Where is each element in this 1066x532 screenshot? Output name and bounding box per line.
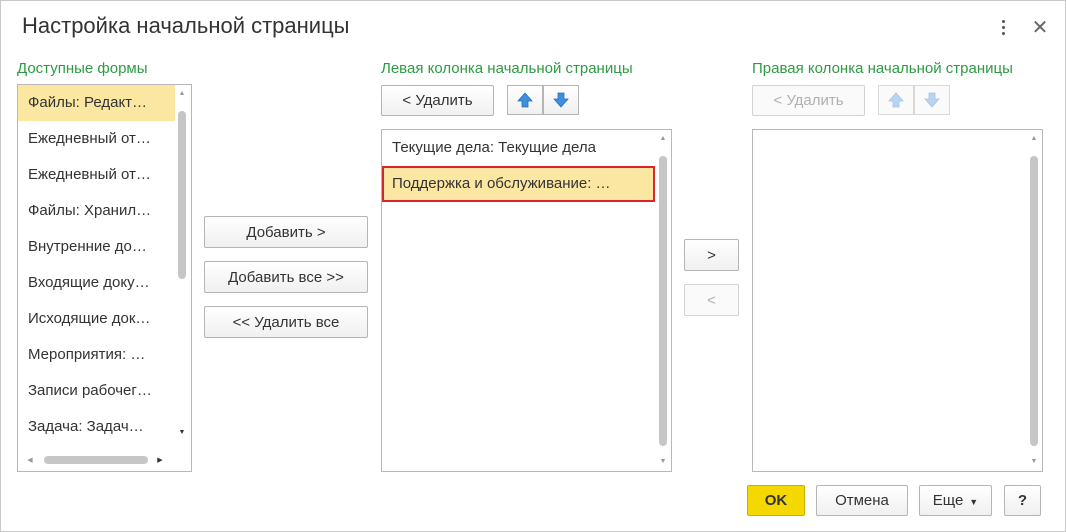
list-item[interactable]: Текущие дела: Текущие дела <box>382 130 655 166</box>
scroll-left-icon[interactable]: ◀ <box>24 455 36 465</box>
arrow-up-icon <box>517 92 533 108</box>
help-button[interactable]: ? <box>1004 485 1041 516</box>
right-move-up-button[interactable] <box>878 85 914 115</box>
right-vscroll[interactable]: ▲ ▼ <box>1028 130 1040 471</box>
list-item[interactable]: Ежедневный от… <box>18 121 175 157</box>
right-column-label: Правая колонка начальной страницы <box>752 60 1013 77</box>
ok-button[interactable]: OK <box>747 485 805 516</box>
more-button[interactable]: Еще ▼ <box>919 485 992 516</box>
dropdown-caret-icon: ▼ <box>969 496 979 507</box>
kebab-menu-icon[interactable] <box>991 15 1015 39</box>
remove-all-button[interactable]: << Удалить все <box>204 306 368 338</box>
scroll-thumb[interactable] <box>1030 156 1038 446</box>
move-left-button[interactable]: < <box>684 284 739 316</box>
scroll-up-icon[interactable]: ▲ <box>1028 133 1040 143</box>
left-move-up-button[interactable] <box>507 85 543 115</box>
dialog-window: Настройка начальной страницы ✕ Доступные… <box>0 0 1066 532</box>
scroll-up-icon[interactable]: ▲ <box>657 133 669 143</box>
list-item[interactable]: Записи рабочег… <box>18 373 175 409</box>
list-item[interactable]: Исходящие док… <box>18 301 175 337</box>
list-item[interactable]: Задача: Задач… <box>18 409 175 445</box>
list-item[interactable]: Ежедневный от… <box>18 157 175 193</box>
scroll-right-icon[interactable]: ▶ <box>154 455 166 465</box>
available-vscroll[interactable]: ▲ ▼ <box>176 85 188 455</box>
left-column-list[interactable]: ▲ ▼ Текущие дела: Текущие дела Поддержка … <box>381 129 672 472</box>
list-item[interactable]: Входящие доку… <box>18 265 175 301</box>
right-column-list[interactable]: ▲ ▼ <box>752 129 1043 472</box>
scroll-thumb[interactable] <box>659 156 667 446</box>
left-column-label: Левая колонка начальной страницы <box>381 60 633 77</box>
right-move-down-button[interactable] <box>914 85 950 115</box>
add-all-button[interactable]: Добавить все >> <box>204 261 368 293</box>
list-item[interactable]: Файлы: Хранил… <box>18 193 175 229</box>
scroll-down-icon[interactable]: ▼ <box>176 427 188 437</box>
left-move-down-button[interactable] <box>543 85 579 115</box>
scroll-up-icon[interactable]: ▲ <box>176 88 188 98</box>
arrow-down-icon <box>553 92 569 108</box>
left-vscroll[interactable]: ▲ ▼ <box>657 130 669 471</box>
available-forms-label: Доступные формы <box>17 60 148 77</box>
move-right-button[interactable]: > <box>684 239 739 271</box>
right-remove-button[interactable]: < Удалить <box>752 85 865 116</box>
hscroll-thumb[interactable] <box>44 456 148 464</box>
scroll-down-icon[interactable]: ▼ <box>1028 456 1040 466</box>
available-forms-list[interactable]: ▲ ▼ ◀ ▶ Файлы: Редакт… Ежедневный от… Ежед… <box>17 84 192 472</box>
more-button-label: Еще <box>932 492 964 509</box>
list-item[interactable]: Поддержка и обслуживание: … <box>382 166 655 202</box>
list-item[interactable]: Файлы: Редакт… <box>18 85 175 121</box>
left-remove-button[interactable]: < Удалить <box>381 85 494 116</box>
list-item[interactable]: Мероприятия: … <box>18 337 175 373</box>
arrow-up-icon <box>888 92 904 108</box>
close-icon[interactable]: ✕ <box>1028 15 1052 39</box>
available-hscroll[interactable]: ◀ ▶ <box>18 451 176 469</box>
list-item[interactable]: Внутренние до… <box>18 229 175 265</box>
add-button[interactable]: Добавить > <box>204 216 368 248</box>
scroll-down-icon[interactable]: ▼ <box>657 456 669 466</box>
cancel-button[interactable]: Отмена <box>816 485 908 516</box>
scroll-thumb[interactable] <box>178 111 186 279</box>
dialog-title: Настройка начальной страницы <box>22 13 350 38</box>
arrow-down-icon <box>924 92 940 108</box>
